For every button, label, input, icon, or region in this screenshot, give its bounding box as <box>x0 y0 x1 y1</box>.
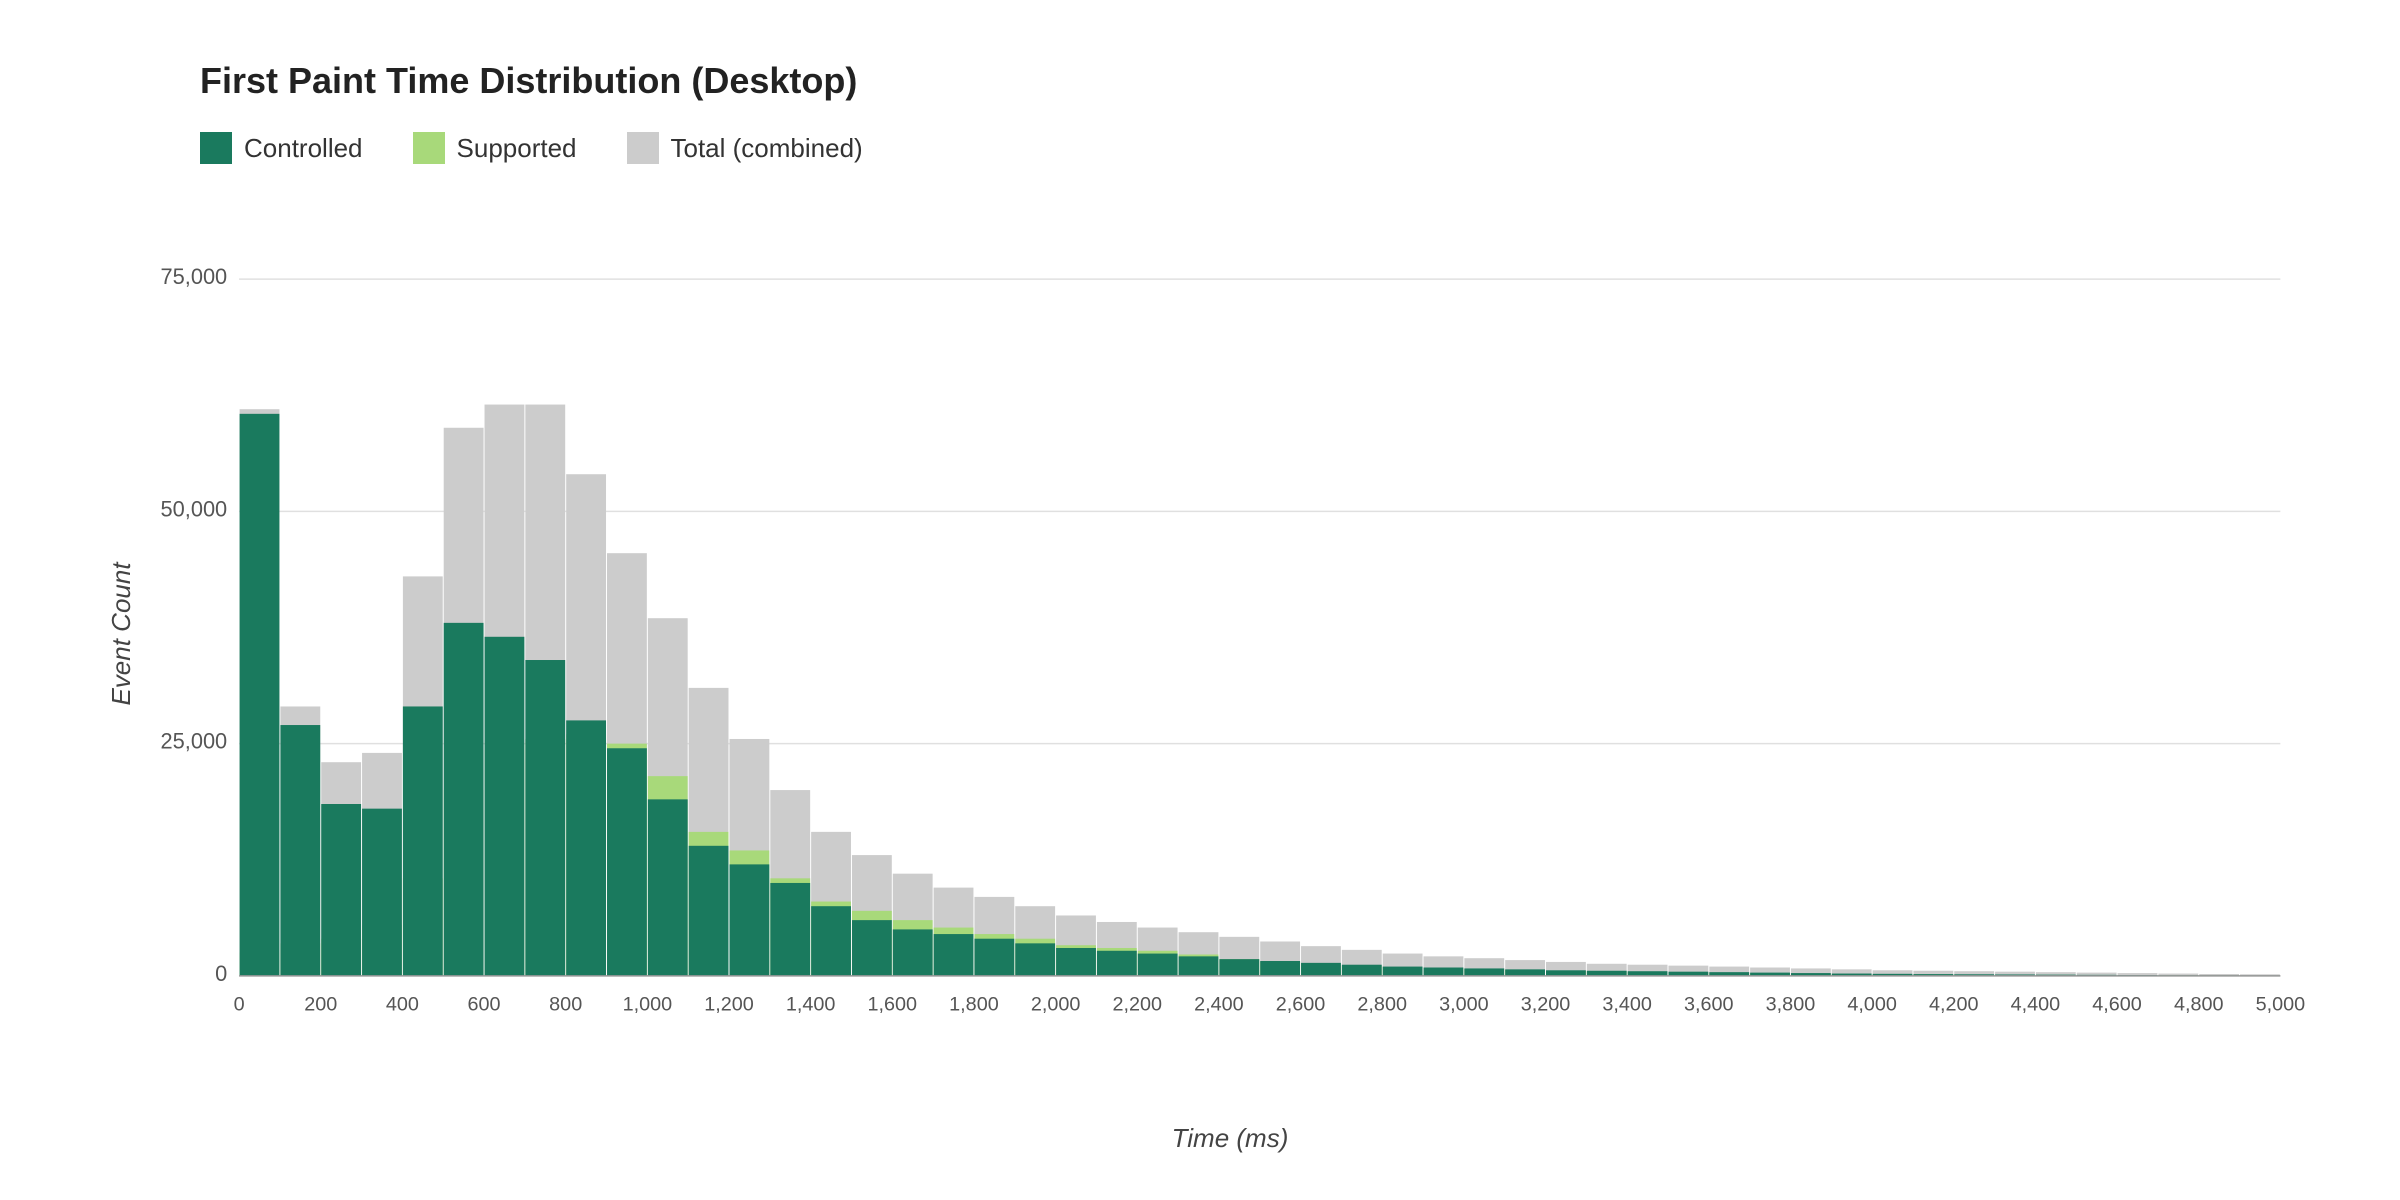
svg-text:1,200: 1,200 <box>704 994 754 1016</box>
svg-text:2,400: 2,400 <box>1194 994 1244 1016</box>
chart-legend: Controlled Supported Total (combined) <box>200 132 2320 164</box>
svg-text:5,000: 5,000 <box>2256 994 2306 1016</box>
svg-text:75,000: 75,000 <box>161 264 228 289</box>
legend-label-controlled: Controlled <box>244 133 363 164</box>
svg-text:0: 0 <box>215 961 227 986</box>
chart-title: First Paint Time Distribution (Desktop) <box>200 60 2320 102</box>
svg-text:1,000: 1,000 <box>623 994 673 1016</box>
svg-text:4,400: 4,400 <box>2011 994 2061 1016</box>
chart-area: Event Count Time (ms) 025,00050,00075,00… <box>140 204 2320 1064</box>
svg-text:2,800: 2,800 <box>1357 994 1407 1016</box>
svg-text:3,400: 3,400 <box>1602 994 1652 1016</box>
legend-item-controlled: Controlled <box>200 132 363 164</box>
x-axis-label: Time (ms) <box>1172 1123 1289 1154</box>
svg-text:800: 800 <box>549 994 582 1016</box>
legend-swatch-controlled <box>200 132 232 164</box>
svg-text:1,400: 1,400 <box>786 994 836 1016</box>
legend-swatch-total <box>627 132 659 164</box>
svg-text:4,800: 4,800 <box>2174 994 2224 1016</box>
svg-text:2,600: 2,600 <box>1276 994 1326 1016</box>
svg-text:3,000: 3,000 <box>1439 994 1489 1016</box>
svg-text:4,600: 4,600 <box>2092 994 2142 1016</box>
svg-text:600: 600 <box>468 994 501 1016</box>
svg-text:4,200: 4,200 <box>1929 994 1979 1016</box>
svg-text:3,800: 3,800 <box>1766 994 1816 1016</box>
legend-item-total: Total (combined) <box>627 132 863 164</box>
svg-text:1,800: 1,800 <box>949 994 999 1016</box>
svg-text:200: 200 <box>304 994 337 1016</box>
svg-text:400: 400 <box>386 994 419 1016</box>
svg-text:4,000: 4,000 <box>1847 994 1897 1016</box>
svg-text:25,000: 25,000 <box>161 729 228 754</box>
legend-label-total: Total (combined) <box>671 133 863 164</box>
legend-swatch-supported <box>413 132 445 164</box>
legend-item-supported: Supported <box>413 132 577 164</box>
svg-text:2,000: 2,000 <box>1031 994 1081 1016</box>
svg-text:0: 0 <box>234 994 245 1016</box>
legend-label-supported: Supported <box>457 133 577 164</box>
svg-text:3,200: 3,200 <box>1521 994 1571 1016</box>
svg-text:50,000: 50,000 <box>161 496 228 521</box>
svg-text:3,600: 3,600 <box>1684 994 1734 1016</box>
svg-text:1,600: 1,600 <box>868 994 918 1016</box>
main-chart-svg: 0 25,000 50,000 75,000 0 200 400 600 800 1,000 1,2… <box>140 204 2320 1064</box>
y-axis-label: Event Count <box>106 562 137 705</box>
svg-text:2,200: 2,200 <box>1112 994 1162 1016</box>
chart-container: First Paint Time Distribution (Desktop) … <box>0 0 2400 1200</box>
